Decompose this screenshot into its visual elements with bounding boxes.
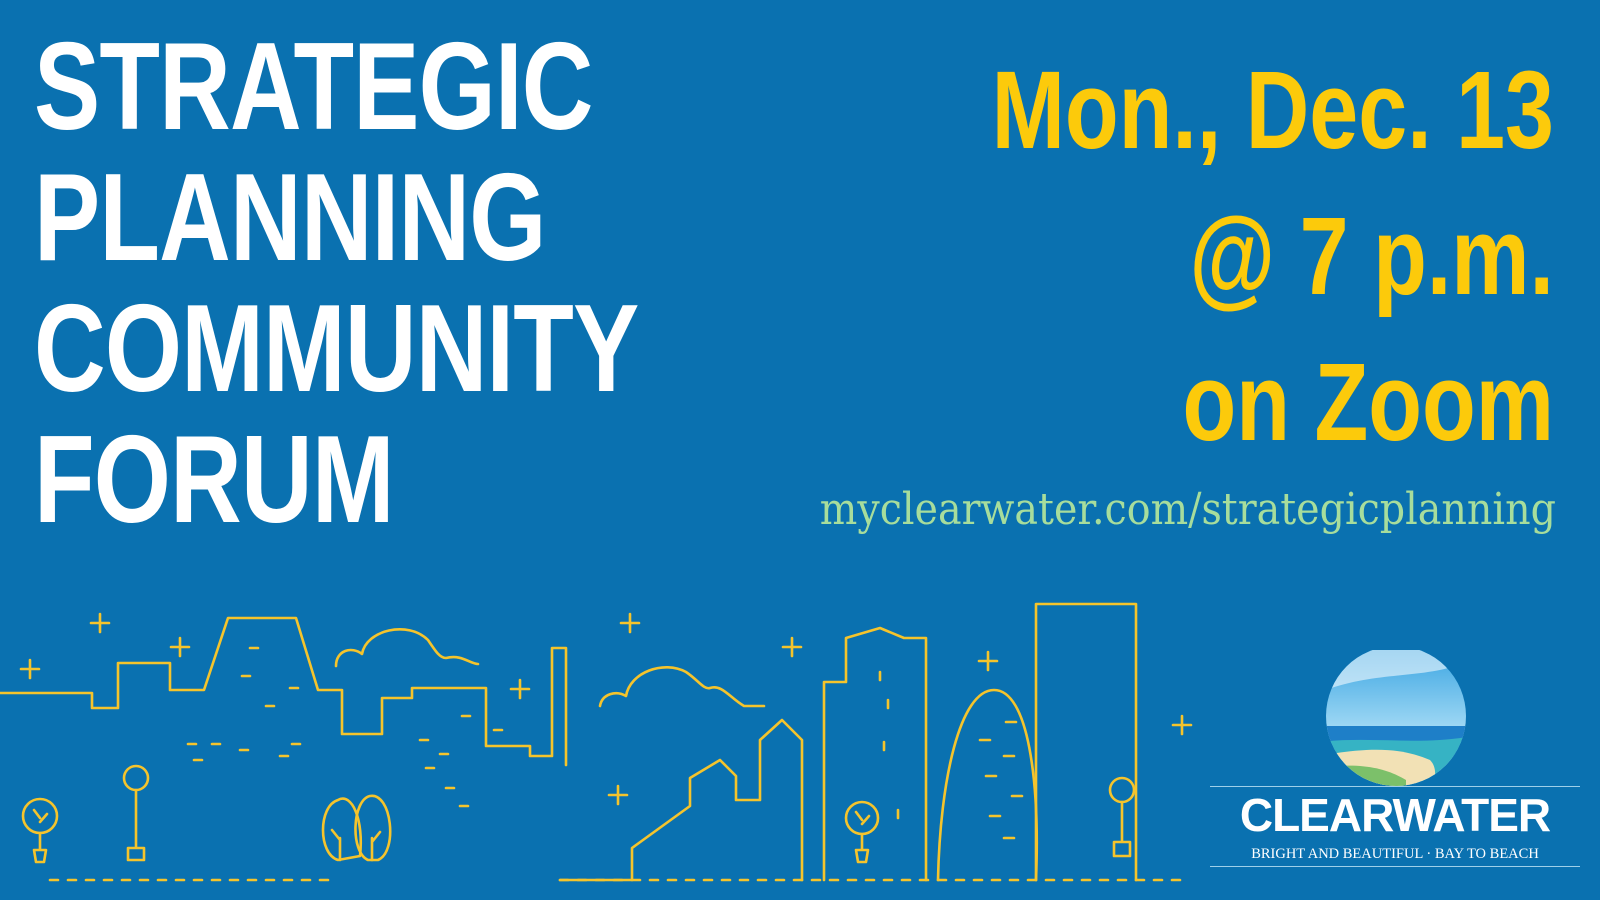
logo-rule-bottom	[1210, 866, 1580, 867]
logo-rule-top	[1210, 786, 1580, 787]
logo-tagline: BRIGHT AND BEAUTIFUL · BAY TO BEACH	[1251, 846, 1539, 862]
clearwater-logo: CLEARWATER BRIGHT AND BEAUTIFUL · BAY TO…	[1210, 646, 1580, 880]
promo-graphic: STRATEGIC PLANNING COMMUNITY FORUM Mon.,…	[0, 0, 1600, 900]
logo-wordmark: CLEARWATER	[1239, 789, 1551, 841]
beach-globe-icon	[1326, 646, 1466, 786]
